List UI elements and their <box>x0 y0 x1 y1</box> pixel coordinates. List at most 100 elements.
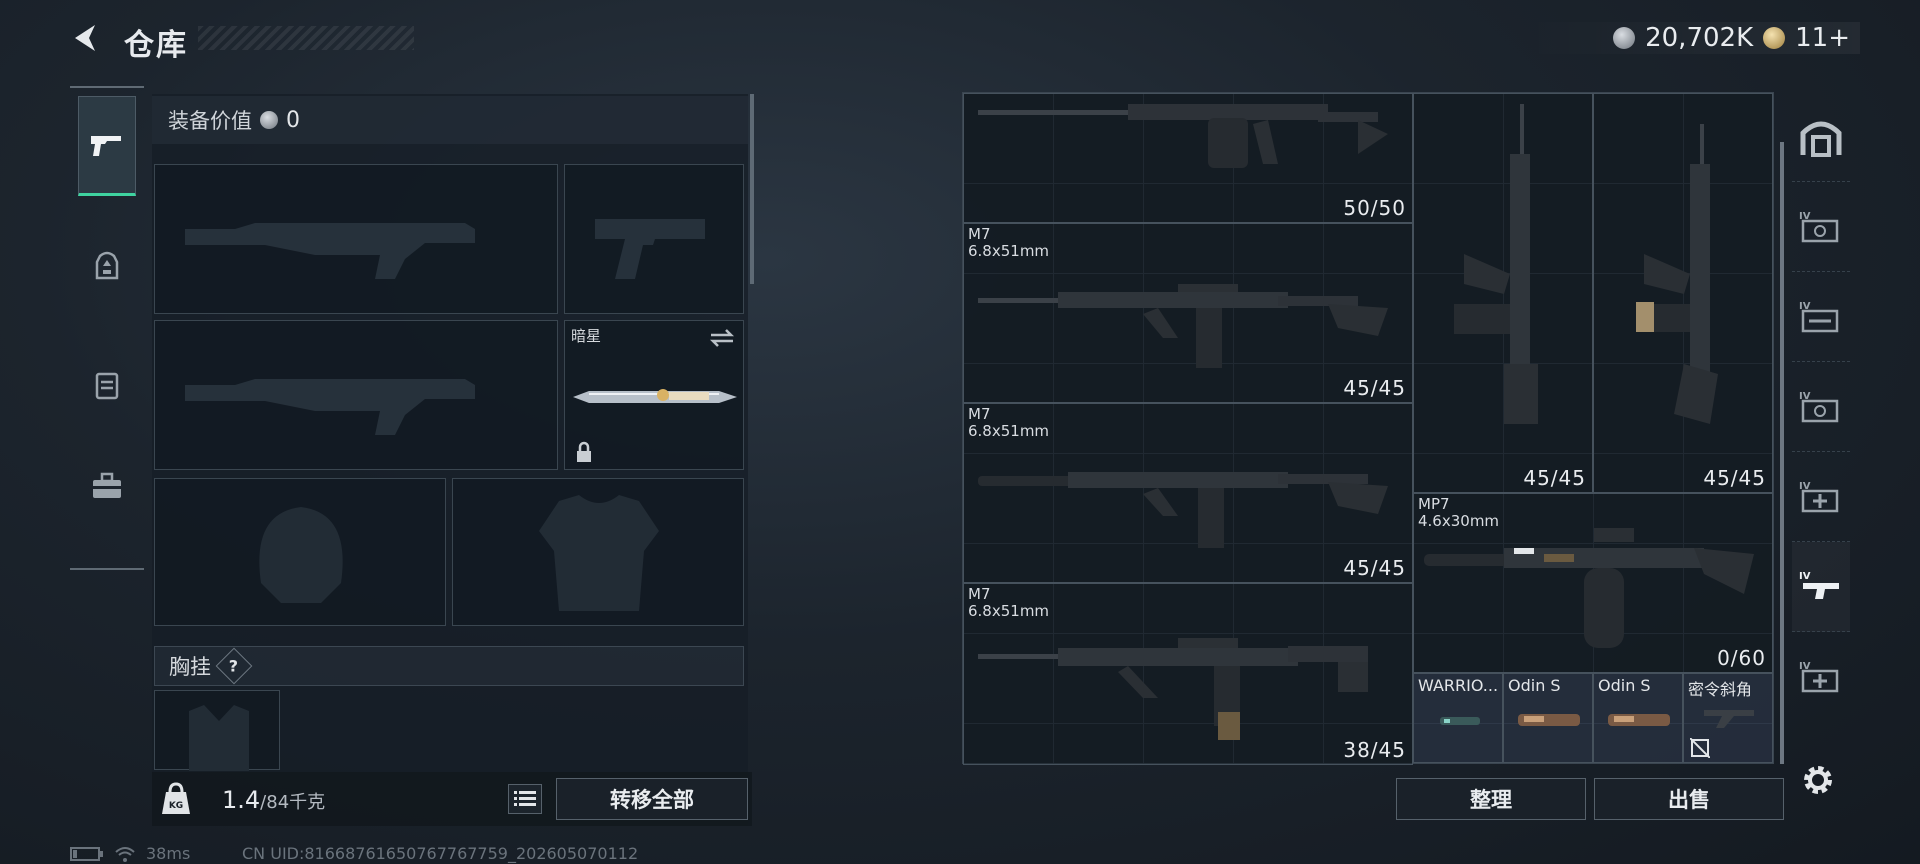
medical-box-icon: IV <box>1799 661 1839 693</box>
rifle-silhouette-icon <box>185 223 475 279</box>
pistol-slot[interactable] <box>564 164 744 314</box>
helmet-slot[interactable] <box>154 478 446 626</box>
ammo-count: 45/45 <box>1343 556 1406 580</box>
tab-chest-rig[interactable] <box>78 336 136 436</box>
chest-rig-slot[interactable] <box>154 690 280 771</box>
helmet-silhouette-icon <box>259 507 343 603</box>
gear-icon[interactable] <box>1800 762 1836 798</box>
player-uid: CN UID:81668761650767767759_202605070112 <box>242 844 639 863</box>
weight-current: 1.4 <box>222 786 261 814</box>
inventory-item[interactable]: MP7 4.6x30mm 0/60 <box>1413 493 1773 673</box>
inventory-item[interactable]: 45/45 <box>1593 93 1773 493</box>
equipment-value: 0 <box>286 107 300 133</box>
tab-storage-4[interactable]: IV <box>1792 452 1850 542</box>
medical-box-icon: IV <box>1799 481 1839 512</box>
m7-rifle-icon <box>978 638 1368 740</box>
inventory-scrollbar[interactable] <box>1780 142 1784 764</box>
rig-silhouette-icon <box>189 705 249 771</box>
silver-currency: 20,702K <box>1645 23 1754 53</box>
title-decoration <box>198 26 414 50</box>
weight-readout: 1.4/84千克 <box>222 786 325 814</box>
body-armor-slot[interactable] <box>452 478 744 626</box>
inventory-item[interactable]: 45/45 <box>1413 93 1593 493</box>
inventory-grid: 50/50 M7 6.8x51mm 45/45 M7 6.8x51mm 45/45 … <box>962 92 1774 765</box>
secondary-weapon-slot[interactable] <box>154 320 558 470</box>
flashlight-icon <box>1608 714 1670 726</box>
ammo-count: 50/50 <box>1343 196 1406 220</box>
storage-box-icon: IV <box>1799 301 1839 332</box>
ammo-count: 45/45 <box>1523 466 1586 490</box>
inventory-item[interactable]: M7 6.8x51mm 38/45 <box>963 583 1413 765</box>
help-icon: ? <box>229 656 239 676</box>
transfer-all-button[interactable]: 转移全部 <box>556 778 748 820</box>
storage-tabs: IV IV IV IV IV IV <box>1792 92 1850 764</box>
gold-coin-icon <box>1763 27 1786 49</box>
primary-weapon-slot[interactable] <box>154 164 558 314</box>
melee-slot[interactable]: 暗星 <box>564 320 744 470</box>
tab-weapons[interactable] <box>78 96 136 196</box>
attachment-name: Odin S <box>1508 676 1561 695</box>
m7-rifle-icon <box>978 472 1388 548</box>
help-button[interactable]: ? <box>215 647 253 685</box>
back-button[interactable] <box>66 18 106 58</box>
attachment-slot[interactable]: WARRIO... <box>1413 673 1503 763</box>
knife-name: 暗星 <box>571 327 602 345</box>
equipment-scrollbar[interactable] <box>750 94 754 284</box>
knife-icon <box>573 389 737 403</box>
tab-supplies[interactable] <box>78 436 136 536</box>
tab-storage-6[interactable]: IV <box>1792 632 1850 722</box>
flashlight-icon <box>1518 714 1580 726</box>
rifle-silhouette-icon <box>185 379 475 435</box>
attachment-name: Odin S <box>1598 676 1651 695</box>
status-bar: 38ms <box>70 844 190 863</box>
silver-coin-icon <box>1613 27 1636 49</box>
ammo-count: 45/45 <box>1343 376 1406 400</box>
rifle-icon <box>978 104 1388 168</box>
equipment-category-tabs <box>70 86 144 570</box>
chest-rig-label: 胸挂 <box>169 655 211 679</box>
equipment-value-bar: 装备价值 0 <box>152 96 748 144</box>
attachment-name: WARRIO... <box>1418 676 1499 695</box>
lock-icon <box>577 441 591 462</box>
inventory-item[interactable]: M7 6.8x51mm 45/45 <box>963 403 1413 583</box>
equipment-value-label: 装备价值 <box>168 109 252 133</box>
storage-box-icon: IV <box>1799 391 1839 422</box>
ping: 38ms <box>146 844 191 863</box>
laser-icon <box>1440 717 1480 725</box>
sell-button[interactable]: 出售 <box>1594 778 1784 820</box>
battery-icon <box>70 846 103 861</box>
attachment-slot[interactable]: 密令斜角 <box>1683 673 1773 763</box>
svg-text:IV: IV <box>1799 571 1811 582</box>
gold-currency[interactable]: 11+ <box>1795 23 1850 53</box>
inventory-item[interactable]: 50/50 <box>963 93 1413 223</box>
tab-storage-1[interactable]: IV <box>1792 182 1850 272</box>
page-title: 仓库 <box>124 28 188 63</box>
svg-text:KG: KG <box>169 801 183 811</box>
angled-grip-icon <box>1704 710 1754 728</box>
ammo-count: 0/60 <box>1717 646 1766 670</box>
pistol-icon <box>91 136 121 156</box>
silver-coin-icon <box>260 111 278 129</box>
toolbox-icon <box>93 472 121 498</box>
tab-storage-all[interactable] <box>1792 92 1850 182</box>
tab-storage-2[interactable]: IV <box>1792 272 1850 362</box>
attachment-slot[interactable]: Odin S <box>1503 673 1593 763</box>
armor-silhouette-icon <box>539 495 659 611</box>
weight-icon: KG <box>162 782 190 814</box>
list-view-button[interactable] <box>508 784 542 814</box>
tab-armor[interactable] <box>78 216 136 316</box>
warehouse-icon <box>1800 121 1842 157</box>
item-name: M7 <box>968 225 991 243</box>
item-name: M7 <box>968 405 991 423</box>
attachment-name: 密令斜角 <box>1688 680 1753 699</box>
currency-bar: 20,702K 11+ <box>1524 22 1860 54</box>
attachment-slot[interactable]: Odin S <box>1593 673 1683 763</box>
tab-storage-5[interactable]: IV <box>1792 542 1850 632</box>
swap-icon[interactable] <box>709 327 735 349</box>
weapon-box-icon: IV <box>1799 571 1839 599</box>
back-arrow-icon <box>75 25 95 51</box>
tab-storage-3[interactable]: IV <box>1792 362 1850 452</box>
sort-button[interactable]: 整理 <box>1396 778 1586 820</box>
inventory-item[interactable]: M7 6.8x51mm 45/45 <box>963 223 1413 403</box>
vertical-rifle-icon <box>1636 124 1718 424</box>
